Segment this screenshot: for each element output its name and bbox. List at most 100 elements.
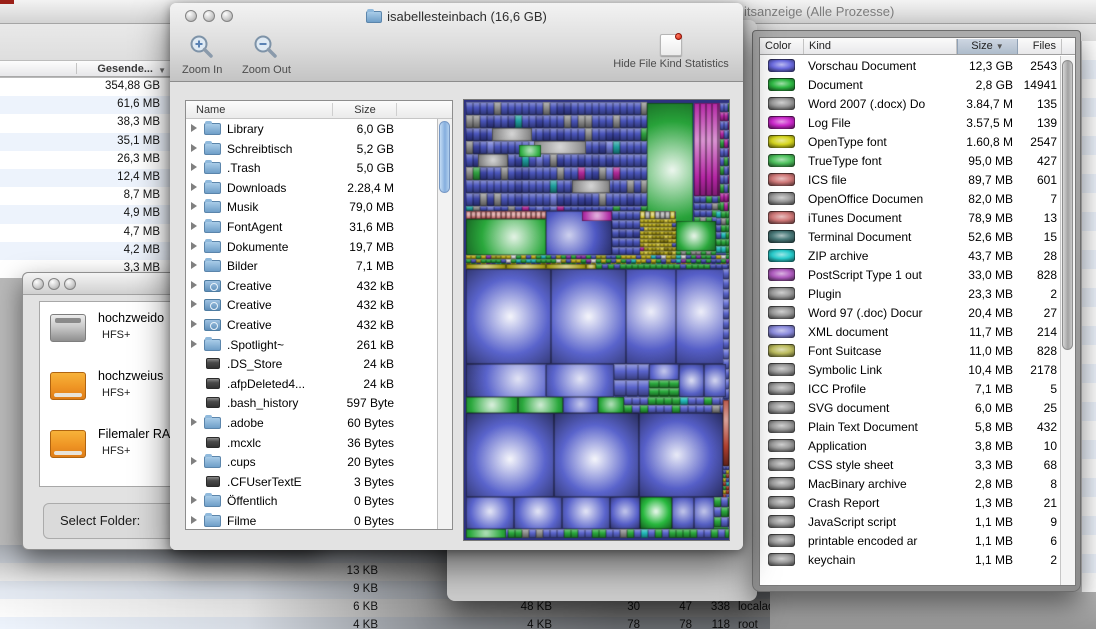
file-kind-row[interactable]: keychain1,1 MB2 (760, 550, 1062, 569)
file-list-row[interactable]: Creative432 kB (186, 315, 438, 335)
file-kind-row[interactable]: ICC Profile7,1 MB5 (760, 379, 1062, 398)
file-kind-row[interactable]: CSS style sheet3,3 MB68 (760, 455, 1062, 474)
table-row[interactable]: 4,7 MB (0, 224, 170, 242)
file-kind-row[interactable]: Plain Text Document5,8 MB432 (760, 417, 1062, 436)
file-list-row[interactable]: Filme0 Bytes (186, 511, 438, 530)
file-kind-row[interactable]: MacBinary archive2,8 MB8 (760, 474, 1062, 493)
table-row[interactable]: 8,7 MB (0, 187, 170, 205)
table-row[interactable]: 4,2 MB (0, 242, 170, 260)
file-list-row[interactable]: Öffentlich0 Bytes (186, 491, 438, 511)
file-list-scrollbar[interactable] (437, 119, 452, 529)
file-kind-row[interactable]: printable encoded ar1,1 MB6 (760, 531, 1062, 550)
folder-icon (204, 182, 221, 194)
column-header-kind[interactable]: Kind (805, 39, 957, 54)
disclosure-triangle-icon[interactable] (191, 124, 197, 132)
table-row[interactable]: 4,9 MB (0, 205, 170, 223)
file-kind-row[interactable]: Symbolic Link10,4 MB2178 (760, 360, 1062, 379)
table-row[interactable]: 61,6 MB (0, 96, 170, 114)
file-kind-row[interactable]: Plugin23,3 MB2 (760, 284, 1062, 303)
file-kind-row[interactable]: Document2,8 GB14941 (760, 75, 1062, 94)
file-list-row[interactable]: .Spotlight~261 kB (186, 335, 438, 355)
file-list-row[interactable]: Musik79,0 MB (186, 197, 438, 217)
file-list-row[interactable]: Downloads2.28,4 M (186, 178, 438, 198)
disclosure-triangle-icon[interactable] (191, 300, 197, 308)
column-header-name[interactable]: Name (196, 104, 225, 116)
disclosure-triangle-icon[interactable] (191, 222, 197, 230)
column-header-size[interactable]: Size ▼ (957, 39, 1018, 54)
file-list-row[interactable]: Creative432 kB (186, 276, 438, 296)
file-icon (206, 437, 220, 448)
file-kind-row[interactable]: Terminal Document52,6 MB15 (760, 227, 1062, 246)
kind-color-swatch (768, 135, 795, 148)
column-header-color[interactable]: Color (760, 39, 804, 54)
file-kind-row[interactable]: Application3,8 MB10 (760, 436, 1062, 455)
disclosure-triangle-icon[interactable] (191, 340, 197, 348)
file-list-row[interactable]: .cups20 Bytes (186, 452, 438, 472)
file-list-row[interactable]: Schreibtisch5,2 GB (186, 139, 438, 159)
file-kind-row[interactable]: Word 2007 (.docx) Do3.84,7 M135 (760, 94, 1062, 113)
kind-size: 6,0 MB (957, 401, 1013, 415)
column-header-size[interactable]: Size (333, 104, 397, 116)
hide-file-kind-statistics-button[interactable]: Hide File Kind Statistics (606, 34, 736, 70)
file-kind-row[interactable]: OpenType font1.60,8 M2547 (760, 132, 1062, 151)
drawer-scrollbar[interactable] (1060, 56, 1075, 586)
table-row[interactable]: 354,88 GB (0, 78, 170, 96)
file-kind-row[interactable]: JavaScript script1,1 MB9 (760, 512, 1062, 531)
file-kind-row[interactable]: SVG document6,0 MB25 (760, 398, 1062, 417)
file-list-row[interactable]: Bilder7,1 MB (186, 256, 438, 276)
file-kind-row[interactable]: Font Suitcase11,0 MB828 (760, 341, 1062, 360)
file-kind-row[interactable]: ICS file89,7 MB601 (760, 170, 1062, 189)
file-kind-row[interactable]: ZIP archive43,7 MB28 (760, 246, 1062, 265)
file-kind-row[interactable]: TrueType font95,0 MB427 (760, 151, 1062, 170)
file-kind-row[interactable]: Vorschau Document12,3 GB2543 (760, 56, 1062, 75)
file-list-row[interactable]: Dokumente19,7 MB (186, 237, 438, 257)
zoom-window-icon[interactable] (64, 278, 76, 290)
disclosure-triangle-icon[interactable] (191, 281, 197, 289)
minimize-icon[interactable] (48, 278, 60, 290)
close-icon[interactable] (32, 278, 44, 290)
file-list-row[interactable]: .CFUserTextE3 Bytes (186, 472, 438, 492)
file-kind-row[interactable]: XML document11,7 MB214 (760, 322, 1062, 341)
file-kind-row[interactable]: iTunes Document78,9 MB13 (760, 208, 1062, 227)
disclosure-triangle-icon[interactable] (191, 418, 197, 426)
disclosure-triangle-icon[interactable] (191, 144, 197, 152)
table-row[interactable]: 35,1 MB (0, 133, 170, 151)
file-list-row[interactable]: .afpDeleted4...24 kB (186, 374, 438, 394)
disclosure-triangle-icon[interactable] (191, 163, 197, 171)
disclosure-triangle-icon[interactable] (191, 496, 197, 504)
table-row[interactable]: 38,3 MB (0, 114, 170, 132)
file-kind-row[interactable]: Crash Report1,3 MB21 (760, 493, 1062, 512)
file-kind-row[interactable]: PostScript Type 1 out33,0 MB828 (760, 265, 1062, 284)
disclosure-triangle-icon[interactable] (191, 320, 197, 328)
file-list-row[interactable]: Library6,0 GB (186, 119, 438, 139)
zoom-out-button[interactable]: Zoom Out (242, 34, 291, 76)
disclosure-triangle-icon[interactable] (191, 261, 197, 269)
disclosure-triangle-icon[interactable] (191, 457, 197, 465)
table-row[interactable]: 26,3 MB (0, 151, 170, 169)
file-list-row[interactable]: FontAgent31,6 MB (186, 217, 438, 237)
file-list-row[interactable]: .mcxlc36 Bytes (186, 433, 438, 453)
file-list-row[interactable]: Creative432 kB (186, 295, 438, 315)
treemap-canvas[interactable] (464, 100, 729, 540)
column-header-gesendet[interactable]: Gesende... ▼ (0, 60, 171, 77)
table-row[interactable]: 12,4 MB (0, 169, 170, 187)
drawer-scrollbar-thumb[interactable] (1062, 60, 1073, 350)
disclosure-triangle-icon[interactable] (191, 516, 197, 524)
close-icon[interactable] (0, 0, 14, 4)
column-header-files[interactable]: Files (1018, 39, 1062, 54)
file-list-row[interactable]: .Trash5,0 GB (186, 158, 438, 178)
file-kind-row[interactable]: Log File3.57,5 M139 (760, 113, 1062, 132)
disclosure-triangle-icon[interactable] (191, 183, 197, 191)
disclosure-triangle-icon[interactable] (191, 202, 197, 210)
disclosure-triangle-icon[interactable] (191, 242, 197, 250)
file-kind-row[interactable]: Word 97 (.doc) Docur20,4 MB27 (760, 303, 1062, 322)
file-list-scrollbar-thumb[interactable] (439, 121, 450, 193)
file-kind-row[interactable]: OpenOffice Documen82,0 MB7 (760, 189, 1062, 208)
kind-file-count: 14941 (1013, 78, 1057, 92)
file-list-row[interactable]: .bash_history597 Byte (186, 393, 438, 413)
column-divider[interactable] (396, 103, 397, 116)
file-list-row[interactable]: .DS_Store24 kB (186, 354, 438, 374)
zoom-in-button[interactable]: Zoom In (182, 34, 222, 76)
file-list-row[interactable]: .adobe60 Bytes (186, 413, 438, 433)
titlebar-toolbar[interactable]: isabellesteinbach (16,6 GB) Zoom In Zoom… (170, 3, 743, 82)
